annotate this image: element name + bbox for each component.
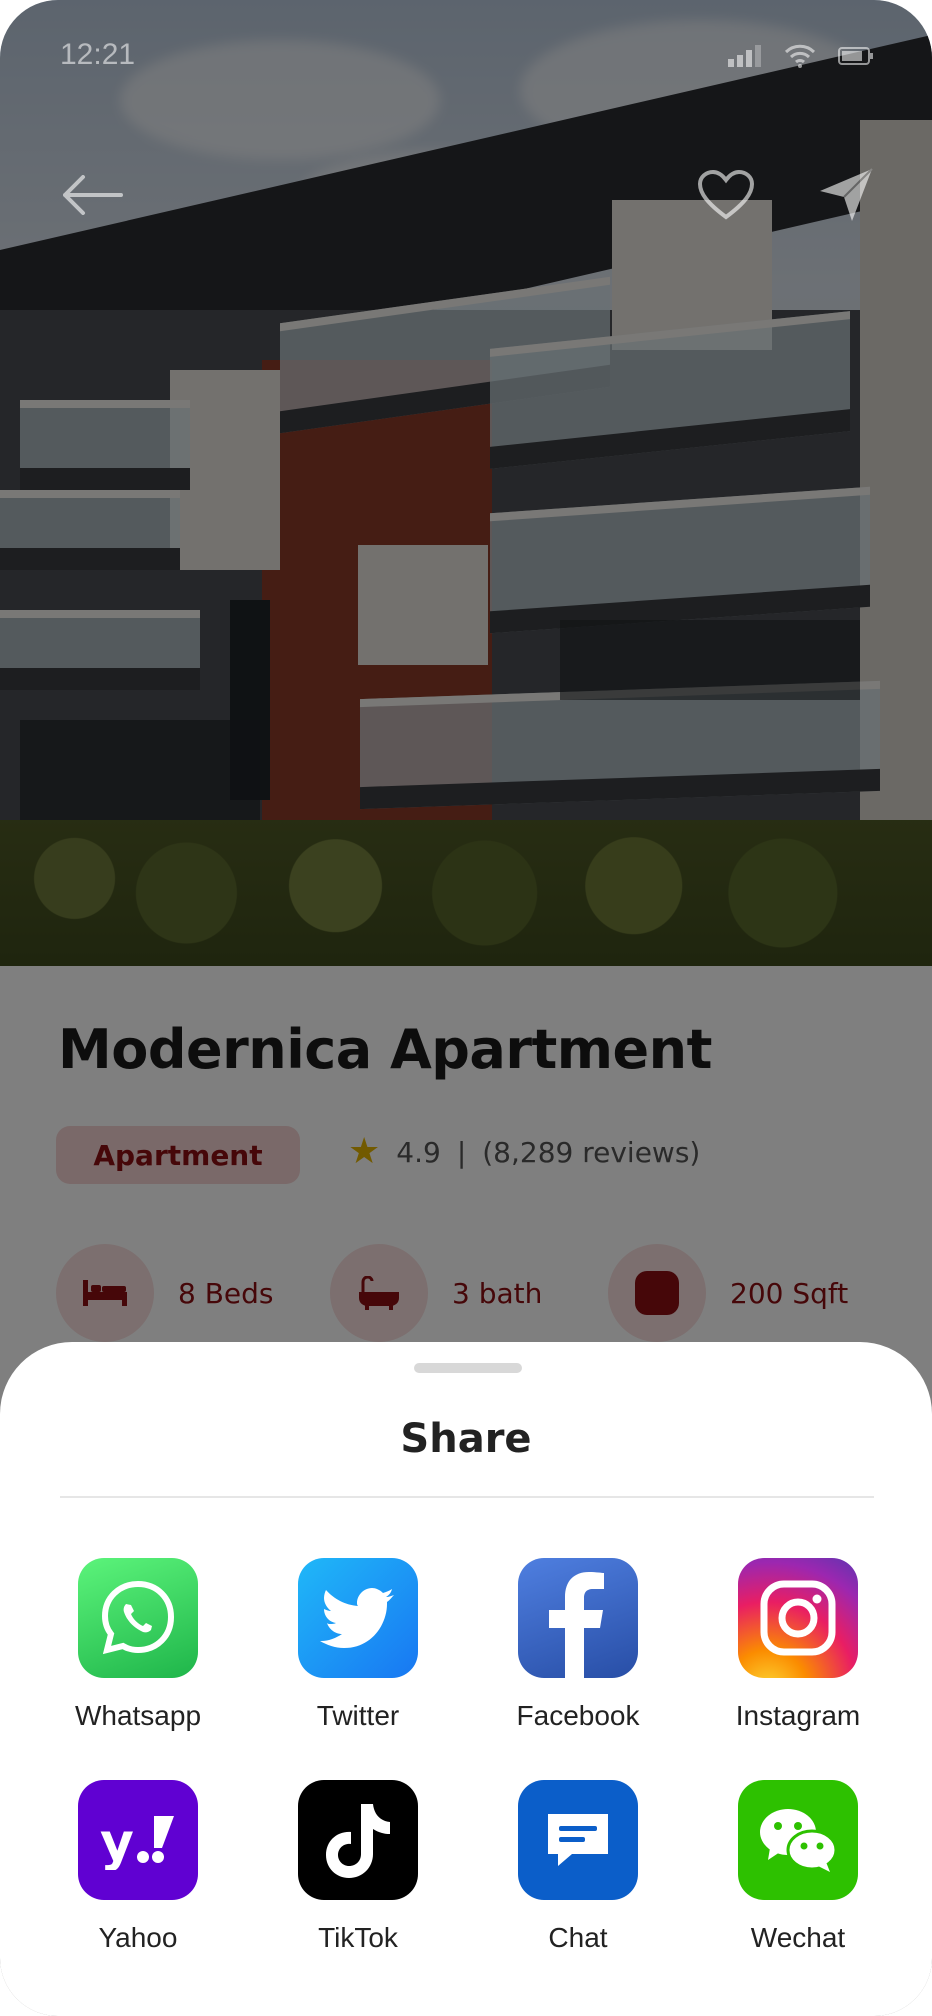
share-button[interactable] [806, 160, 886, 230]
heart-icon [697, 169, 755, 220]
instagram-icon [738, 1558, 858, 1678]
signal-icon [728, 45, 761, 67]
wechat-icon [738, 1780, 858, 1900]
share-twitter[interactable]: Twitter [268, 1558, 448, 1732]
arrow-left-icon [63, 175, 123, 215]
back-button[interactable] [52, 160, 132, 230]
yahoo-label: Yahoo [98, 1922, 178, 1953]
whatsapp-label: Whatsapp [74, 1700, 202, 1731]
wechat-label: Wechat [750, 1922, 846, 1953]
chat-icon [518, 1780, 638, 1900]
share-sheet: Share Whatsapp Twitter Facebook Instagra… [0, 1342, 932, 2016]
svg-text:y: y [100, 1813, 134, 1870]
sheet-divider [60, 1496, 874, 1498]
twitter-icon [298, 1558, 418, 1678]
facebook-label: Facebook [516, 1700, 640, 1731]
sheet-drag-handle[interactable] [414, 1363, 522, 1373]
share-wechat[interactable]: Wechat [708, 1780, 888, 1954]
send-icon [820, 168, 873, 221]
wifi-icon [784, 44, 816, 68]
share-tiktok[interactable]: TikTok [268, 1780, 448, 1954]
twitter-label: Twitter [316, 1700, 400, 1731]
share-instagram[interactable]: Instagram [708, 1558, 888, 1732]
sheet-title: Share [400, 1416, 532, 1462]
status-time: 12:21 [60, 38, 136, 71]
tiktok-label: TikTok [318, 1922, 398, 1953]
status-icons [728, 44, 874, 68]
chat-label: Chat [548, 1922, 608, 1953]
instagram-label: Instagram [735, 1700, 861, 1731]
phone-screen: Modernica Apartment Apartment ★ 4.9 | (8… [0, 0, 932, 2016]
facebook-icon [518, 1558, 638, 1678]
share-chat[interactable]: Chat [488, 1780, 668, 1954]
share-whatsapp[interactable]: Whatsapp [48, 1558, 228, 1732]
share-yahoo[interactable]: y Yahoo [48, 1780, 228, 1954]
yahoo-icon: y [78, 1780, 198, 1900]
battery-icon [838, 47, 873, 65]
whatsapp-icon [78, 1558, 198, 1678]
share-facebook[interactable]: Facebook [488, 1558, 668, 1732]
favorite-button[interactable] [686, 160, 766, 230]
tiktok-icon [298, 1780, 418, 1900]
